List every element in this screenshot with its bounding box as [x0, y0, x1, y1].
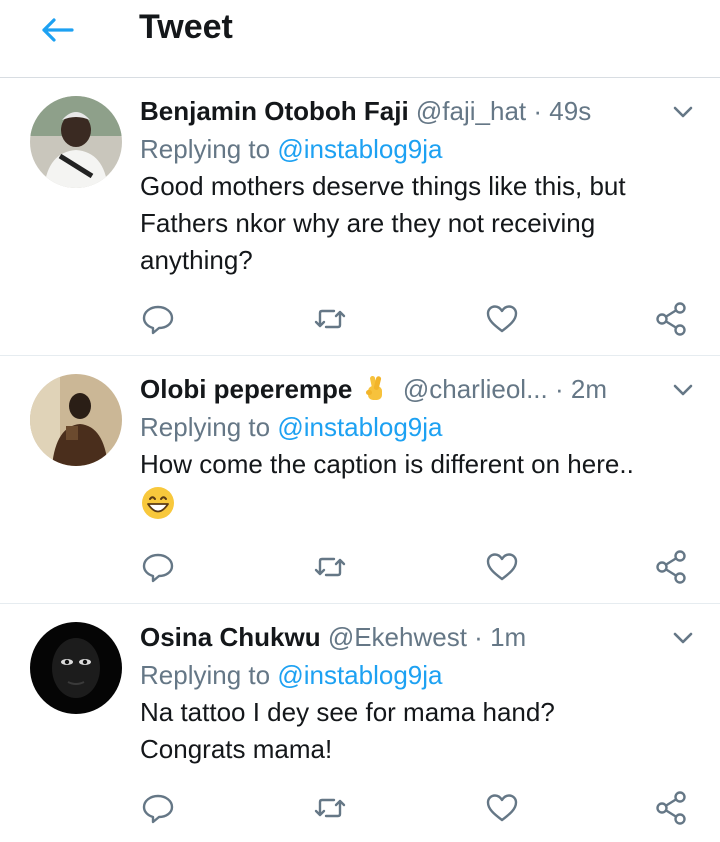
heart-icon [486, 794, 518, 822]
reply-icon [142, 553, 174, 583]
heart-icon [486, 305, 518, 333]
reply-icon [142, 305, 174, 335]
crossed-fingers-emoji-icon [362, 374, 388, 410]
replying-label: Replying to [140, 134, 271, 164]
replying-label: Replying to [140, 412, 271, 442]
chevron-down-icon [673, 106, 693, 118]
retweet-button[interactable] [312, 301, 348, 337]
meta-separator: · [533, 96, 543, 126]
tweet-time[interactable]: 1m [490, 622, 526, 652]
tweet-actions [140, 549, 700, 585]
tweet-text: Na tattoo I dey see for mama hand? Congr… [140, 697, 555, 764]
user-handle[interactable]: @faji_hat [416, 96, 526, 126]
mention-link[interactable]: @instablog9ja [277, 660, 442, 690]
tweet-menu-button[interactable] [666, 94, 700, 128]
tweet-actions [140, 790, 700, 826]
user-name[interactable]: Osina Chukwu [140, 622, 321, 652]
like-button[interactable] [484, 549, 520, 585]
reply-tweet[interactable]: Benjamin Otoboh Faji @faji_hat · 49s Rep… [0, 78, 720, 356]
tweet-meta: Osina Chukwu @Ekehwest · 1m [140, 620, 700, 654]
replying-to: Replying to @instablog9ja [140, 132, 700, 166]
tweet-text: Good mothers deserve things like this, b… [140, 171, 626, 275]
like-button[interactable] [484, 301, 520, 337]
tweet-menu-button[interactable] [666, 372, 700, 406]
heart-icon [486, 553, 518, 581]
retweet-icon [314, 557, 346, 577]
replying-to: Replying to @instablog9ja [140, 410, 700, 444]
share-icon [656, 550, 686, 584]
back-button[interactable] [34, 14, 82, 46]
avatar[interactable] [30, 622, 122, 714]
retweet-icon [314, 309, 346, 329]
share-icon [656, 302, 686, 336]
reply-button[interactable] [140, 301, 176, 337]
mention-link[interactable]: @instablog9ja [277, 134, 442, 164]
meta-separator: · [555, 374, 564, 404]
replying-label: Replying to [140, 660, 271, 690]
reply-button[interactable] [140, 790, 176, 826]
reply-tweet[interactable]: Olobi peperempe @charlieol... · 2m Reply… [0, 356, 720, 604]
retweet-icon [314, 798, 346, 818]
header-bar: Tweet [0, 0, 720, 78]
mention-link[interactable]: @instablog9ja [277, 412, 442, 442]
reply-button[interactable] [140, 549, 176, 585]
retweet-button[interactable] [312, 549, 348, 585]
share-button[interactable] [654, 549, 690, 585]
tweet-actions [140, 301, 700, 337]
avatar[interactable] [30, 374, 122, 466]
share-icon [656, 791, 686, 825]
tweet-time[interactable]: 2m [571, 374, 607, 404]
user-handle[interactable]: @charlieol... [403, 374, 548, 404]
reply-tweet[interactable]: Osina Chukwu @Ekehwest · 1m Replying to … [0, 604, 720, 842]
share-button[interactable] [654, 790, 690, 826]
chevron-down-icon [673, 384, 693, 396]
like-button[interactable] [484, 790, 520, 826]
retweet-button[interactable] [312, 790, 348, 826]
user-name[interactable]: Benjamin Otoboh Faji [140, 96, 409, 126]
tweet-meta: Olobi peperempe @charlieol... · 2m [140, 372, 700, 406]
replying-to: Replying to @instablog9ja [140, 658, 700, 692]
user-handle[interactable]: @Ekehwest [328, 622, 467, 652]
tweet-text: How come the caption is different on her… [140, 449, 634, 479]
back-arrow-icon [42, 18, 74, 42]
tweet-menu-button[interactable] [666, 620, 700, 654]
reply-icon [142, 794, 174, 824]
tweet-time[interactable]: 49s [549, 96, 591, 126]
page-title: Tweet [139, 8, 233, 46]
chevron-down-icon [673, 632, 693, 644]
tweet-meta: Benjamin Otoboh Faji @faji_hat · 49s [140, 94, 700, 128]
grinning-face-emoji-icon [140, 485, 700, 525]
share-button[interactable] [654, 301, 690, 337]
user-name[interactable]: Olobi peperempe [140, 374, 352, 404]
meta-separator: · [474, 622, 483, 652]
avatar[interactable] [30, 96, 122, 188]
